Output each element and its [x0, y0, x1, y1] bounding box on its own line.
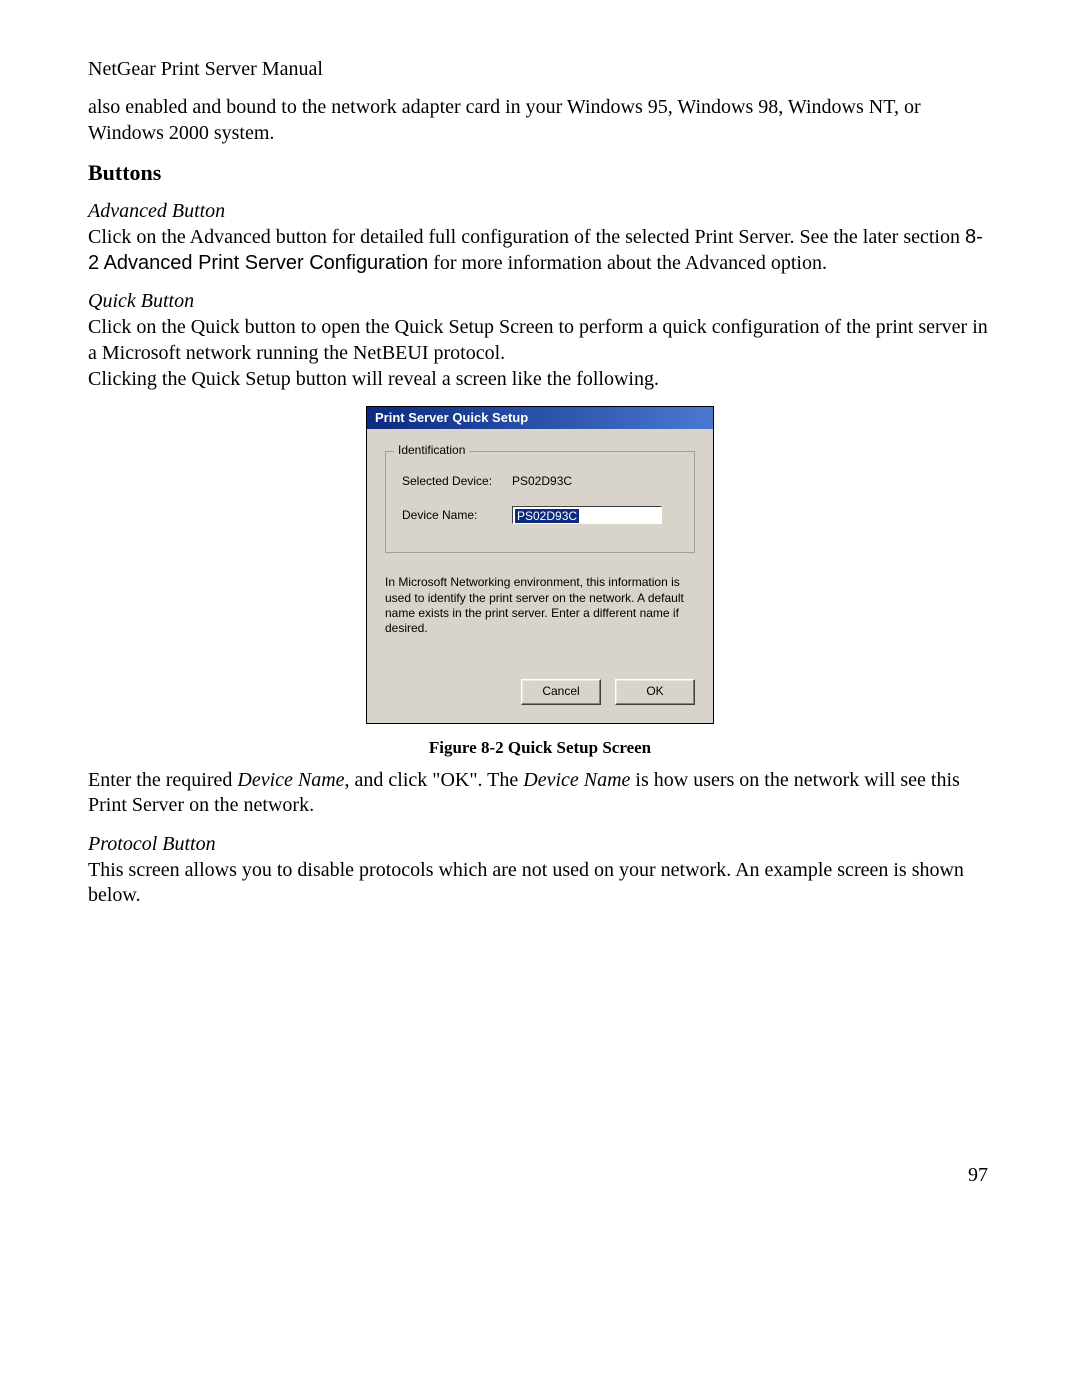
section-heading-buttons: Buttons — [88, 160, 992, 186]
dialog-button-row: Cancel OK — [385, 679, 695, 705]
text-fragment: for more information about the Advanced … — [428, 252, 827, 274]
dialog-title-bar: Print Server Quick Setup — [367, 407, 713, 429]
protocol-description: This screen allows you to disable protoc… — [88, 858, 992, 909]
device-name-value: PS02D93C — [515, 509, 579, 523]
text-fragment: Enter the required — [88, 769, 237, 791]
subheading-quick: Quick Button — [88, 290, 992, 313]
after-figure-text: Enter the required Device Name, and clic… — [88, 768, 992, 819]
subheading-advanced: Advanced Button — [88, 200, 992, 223]
document-page: NetGear Print Server Manual also enabled… — [0, 0, 1080, 1397]
device-name-term: Device Name — [523, 769, 630, 791]
group-legend: Identification — [394, 443, 469, 457]
dialog-figure: Print Server Quick Setup Identification … — [88, 406, 992, 723]
running-header: NetGear Print Server Manual — [88, 58, 992, 81]
identification-group: Identification Selected Device: PS02D93C… — [385, 451, 695, 553]
device-name-term: Device Name — [237, 769, 344, 791]
device-name-input[interactable]: PS02D93C — [512, 506, 662, 524]
selected-device-row: Selected Device: PS02D93C — [402, 474, 678, 488]
dialog-body: Identification Selected Device: PS02D93C… — [367, 429, 713, 722]
text-fragment: Click on the Advanced button for detaile… — [88, 226, 965, 248]
device-name-label: Device Name: — [402, 508, 512, 522]
dialog-info-text: In Microsoft Networking environment, thi… — [385, 575, 695, 636]
figure-caption: Figure 8-2 Quick Setup Screen — [88, 738, 992, 758]
quick-description-2: Clicking the Quick Setup button will rev… — [88, 367, 992, 393]
page-number: 97 — [968, 1164, 988, 1187]
selected-device-value: PS02D93C — [512, 474, 572, 488]
cancel-button[interactable]: Cancel — [521, 679, 601, 705]
selected-device-label: Selected Device: — [402, 474, 512, 488]
advanced-description: Click on the Advanced button for detaile… — [88, 225, 992, 276]
ok-button[interactable]: OK — [615, 679, 695, 705]
quick-description-1: Click on the Quick button to open the Qu… — [88, 315, 992, 366]
intro-continuation: also enabled and bound to the network ad… — [88, 95, 992, 146]
quick-setup-dialog: Print Server Quick Setup Identification … — [366, 406, 714, 723]
device-name-row: Device Name: PS02D93C — [402, 506, 678, 524]
text-fragment: , and click "OK". The — [345, 769, 524, 791]
subheading-protocol: Protocol Button — [88, 833, 992, 856]
